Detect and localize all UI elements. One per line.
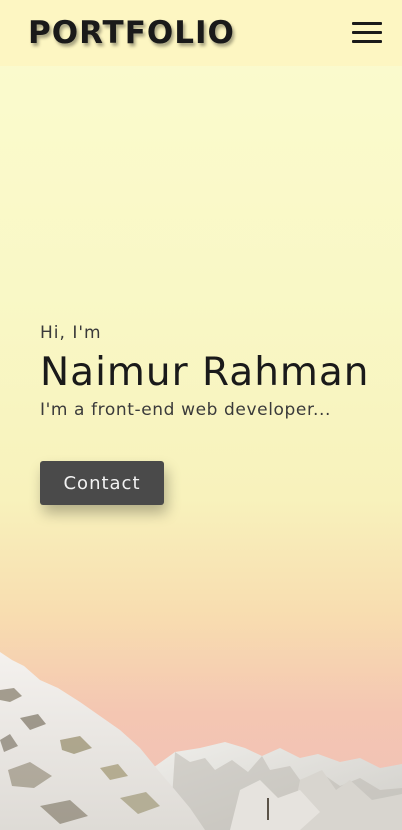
navbar: PORTFOLIO (0, 0, 402, 66)
mountain-background-image (0, 652, 402, 830)
hero-section: Hi, I'm Naimur Rahman I'm a front-end we… (40, 320, 380, 505)
hamburger-menu-icon[interactable] (352, 20, 382, 46)
hero-name: Naimur Rahman (40, 350, 370, 395)
menu-bar-middle (352, 31, 382, 34)
menu-bar-bottom (352, 40, 382, 43)
contact-button[interactable]: Contact (40, 461, 164, 505)
hero-tagline: I'm a front-end web developer... (40, 400, 332, 420)
brand-logo[interactable]: PORTFOLIO (28, 14, 235, 52)
hero-greeting: Hi, I'm (40, 323, 102, 343)
page: PORTFOLIO Hi, I'm Naimur Rahman I'm a fr… (0, 0, 402, 830)
menu-bar-top (352, 22, 382, 25)
